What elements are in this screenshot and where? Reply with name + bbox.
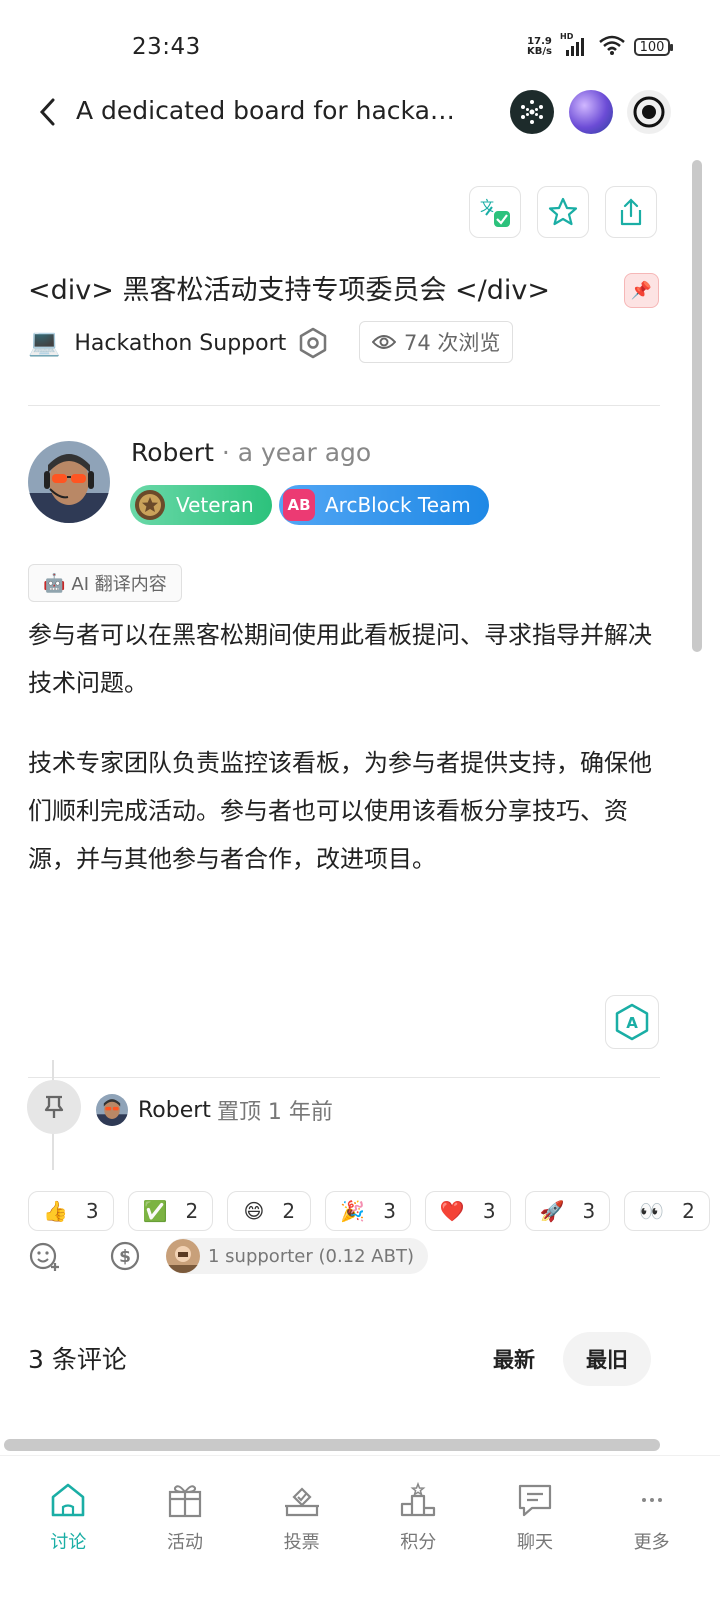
medal-icon (135, 490, 165, 520)
battery-indicator: 100 (634, 38, 673, 56)
reaction-eyes[interactable]: 👀 2 (624, 1191, 710, 1231)
nav-points[interactable]: 积分 (368, 1456, 468, 1600)
divider (28, 405, 660, 406)
divider (28, 1077, 660, 1078)
body-paragraph: 参与者可以在黑客松期间使用此看板提问、寻求指导并解决技术问题。 (28, 621, 652, 697)
signal-icon: HD (560, 32, 590, 58)
ai-assistant-button[interactable]: A (605, 995, 659, 1049)
leaderboard-icon (401, 1482, 436, 1517)
reaction-thumbs-up[interactable]: 👍 3 (28, 1191, 114, 1231)
page-title: A dedicated board for hacka… (76, 96, 455, 125)
post-body: 参与者可以在黑客松期间使用此看板提问、寻求指导并解决技术问题。 技术专家团队负责… (28, 611, 668, 915)
nav-discussion[interactable]: 讨论 (18, 1456, 118, 1600)
pin-event-action: 置顶 1 年前 (216, 1100, 333, 1125)
nav-vote[interactable]: 投票 (252, 1456, 352, 1600)
tip-button[interactable]: $ (108, 1239, 142, 1273)
pin-event-icon (27, 1080, 81, 1134)
eye-icon (372, 335, 396, 349)
dollar-icon: $ (110, 1241, 140, 1271)
gift-icon (168, 1485, 202, 1518)
star-icon (548, 197, 578, 226)
category-label: Hackathon Support (74, 330, 287, 356)
pin-event-user[interactable]: Robert (138, 1098, 211, 1123)
home-icon (52, 1483, 85, 1517)
wifi-icon (598, 34, 626, 60)
horizontal-scrollbar[interactable] (4, 1439, 660, 1451)
nav-chat[interactable]: 聊天 (485, 1456, 585, 1600)
author-avatar[interactable] (28, 441, 110, 523)
reaction-smile[interactable]: 😄 2 (227, 1191, 312, 1231)
reactions-row: 👍 3 ✅ 2 😄 2 🎉 3 ❤️ 3 🚀 3 👀 2 (28, 1191, 720, 1231)
comments-count: 3 条评论 (28, 1345, 127, 1374)
status-icons: 17.9 KB/s HD 100 (527, 32, 673, 60)
supporters-chip[interactable]: 1 supporter (0.12 ABT) (166, 1238, 428, 1274)
avatar[interactable] (96, 1094, 128, 1126)
pin-icon: 📌 (624, 273, 659, 308)
pin-event: Robert 置顶 1 年前 (96, 1094, 333, 1126)
robot-icon: 🤖 (43, 572, 66, 594)
bottom-nav: 讨论 活动 投票 积分 聊天 更多 (0, 1455, 720, 1600)
body-paragraph: 技术专家团队负责监控该看板，为参与者提供支持，确保他们顺利完成活动。参与者也可以… (28, 749, 652, 873)
reaction-check[interactable]: ✅ 2 (127, 1191, 214, 1231)
share-icon (620, 198, 642, 226)
record-icon[interactable] (627, 90, 671, 134)
sort-oldest-tab[interactable]: 最旧 (563, 1332, 651, 1386)
user-avatar-icon[interactable] (569, 90, 613, 134)
ai-translation-chip[interactable]: 🤖 AI 翻译内容 (28, 564, 182, 602)
post-title: <div> 黑客松活动支持专项委员会 </div> (28, 275, 550, 306)
status-time: 23:43 (132, 34, 201, 60)
hexagon-icon (300, 327, 327, 359)
favorite-button[interactable] (537, 186, 589, 238)
network-speed: 17.9 KB/s (527, 36, 552, 57)
app-launcher-icon[interactable] (510, 90, 554, 134)
team-badge: AB ArcBlock Team (279, 485, 489, 525)
supporter-avatar (166, 1239, 200, 1273)
vote-icon (284, 1487, 319, 1517)
reaction-rocket[interactable]: 🚀 3 (524, 1191, 611, 1231)
post-actions: $ 1 supporter (0.12 ABT) (28, 1238, 428, 1274)
add-reaction-button[interactable] (28, 1239, 62, 1273)
reaction-party[interactable]: 🎉 3 (325, 1191, 411, 1231)
nav-more[interactable]: 更多 (602, 1456, 702, 1600)
svg-text:A: A (626, 1014, 638, 1032)
vertical-scrollbar[interactable] (692, 160, 702, 652)
arcblock-icon: AB (283, 489, 315, 521)
translate-icon: 文 (480, 199, 510, 227)
nav-activity[interactable]: 活动 (135, 1456, 235, 1600)
chevron-left-icon (39, 98, 55, 126)
chat-icon (518, 1484, 552, 1517)
reaction-heart[interactable]: ❤️ 3 (424, 1191, 511, 1231)
more-icon (641, 1498, 662, 1502)
category-link[interactable]: 💻 Hackathon Support (28, 322, 328, 364)
veteran-badge: Veteran (130, 485, 272, 525)
ai-hexagon-icon: A (615, 1003, 649, 1041)
emoji-add-icon (29, 1242, 59, 1271)
author-name[interactable]: Robert (131, 438, 214, 467)
sort-latest-tab[interactable]: 最新 (475, 1332, 553, 1386)
post-time: · a year ago (213, 438, 372, 467)
computer-icon: 💻 (28, 328, 61, 358)
author-line: Robert · a year ago (131, 438, 371, 467)
translate-button[interactable]: 文 (469, 186, 521, 238)
share-button[interactable] (605, 186, 657, 238)
svg-text:$: $ (119, 1247, 131, 1267)
views-count: 74 次浏览 (359, 321, 514, 363)
back-button[interactable] (28, 92, 68, 132)
